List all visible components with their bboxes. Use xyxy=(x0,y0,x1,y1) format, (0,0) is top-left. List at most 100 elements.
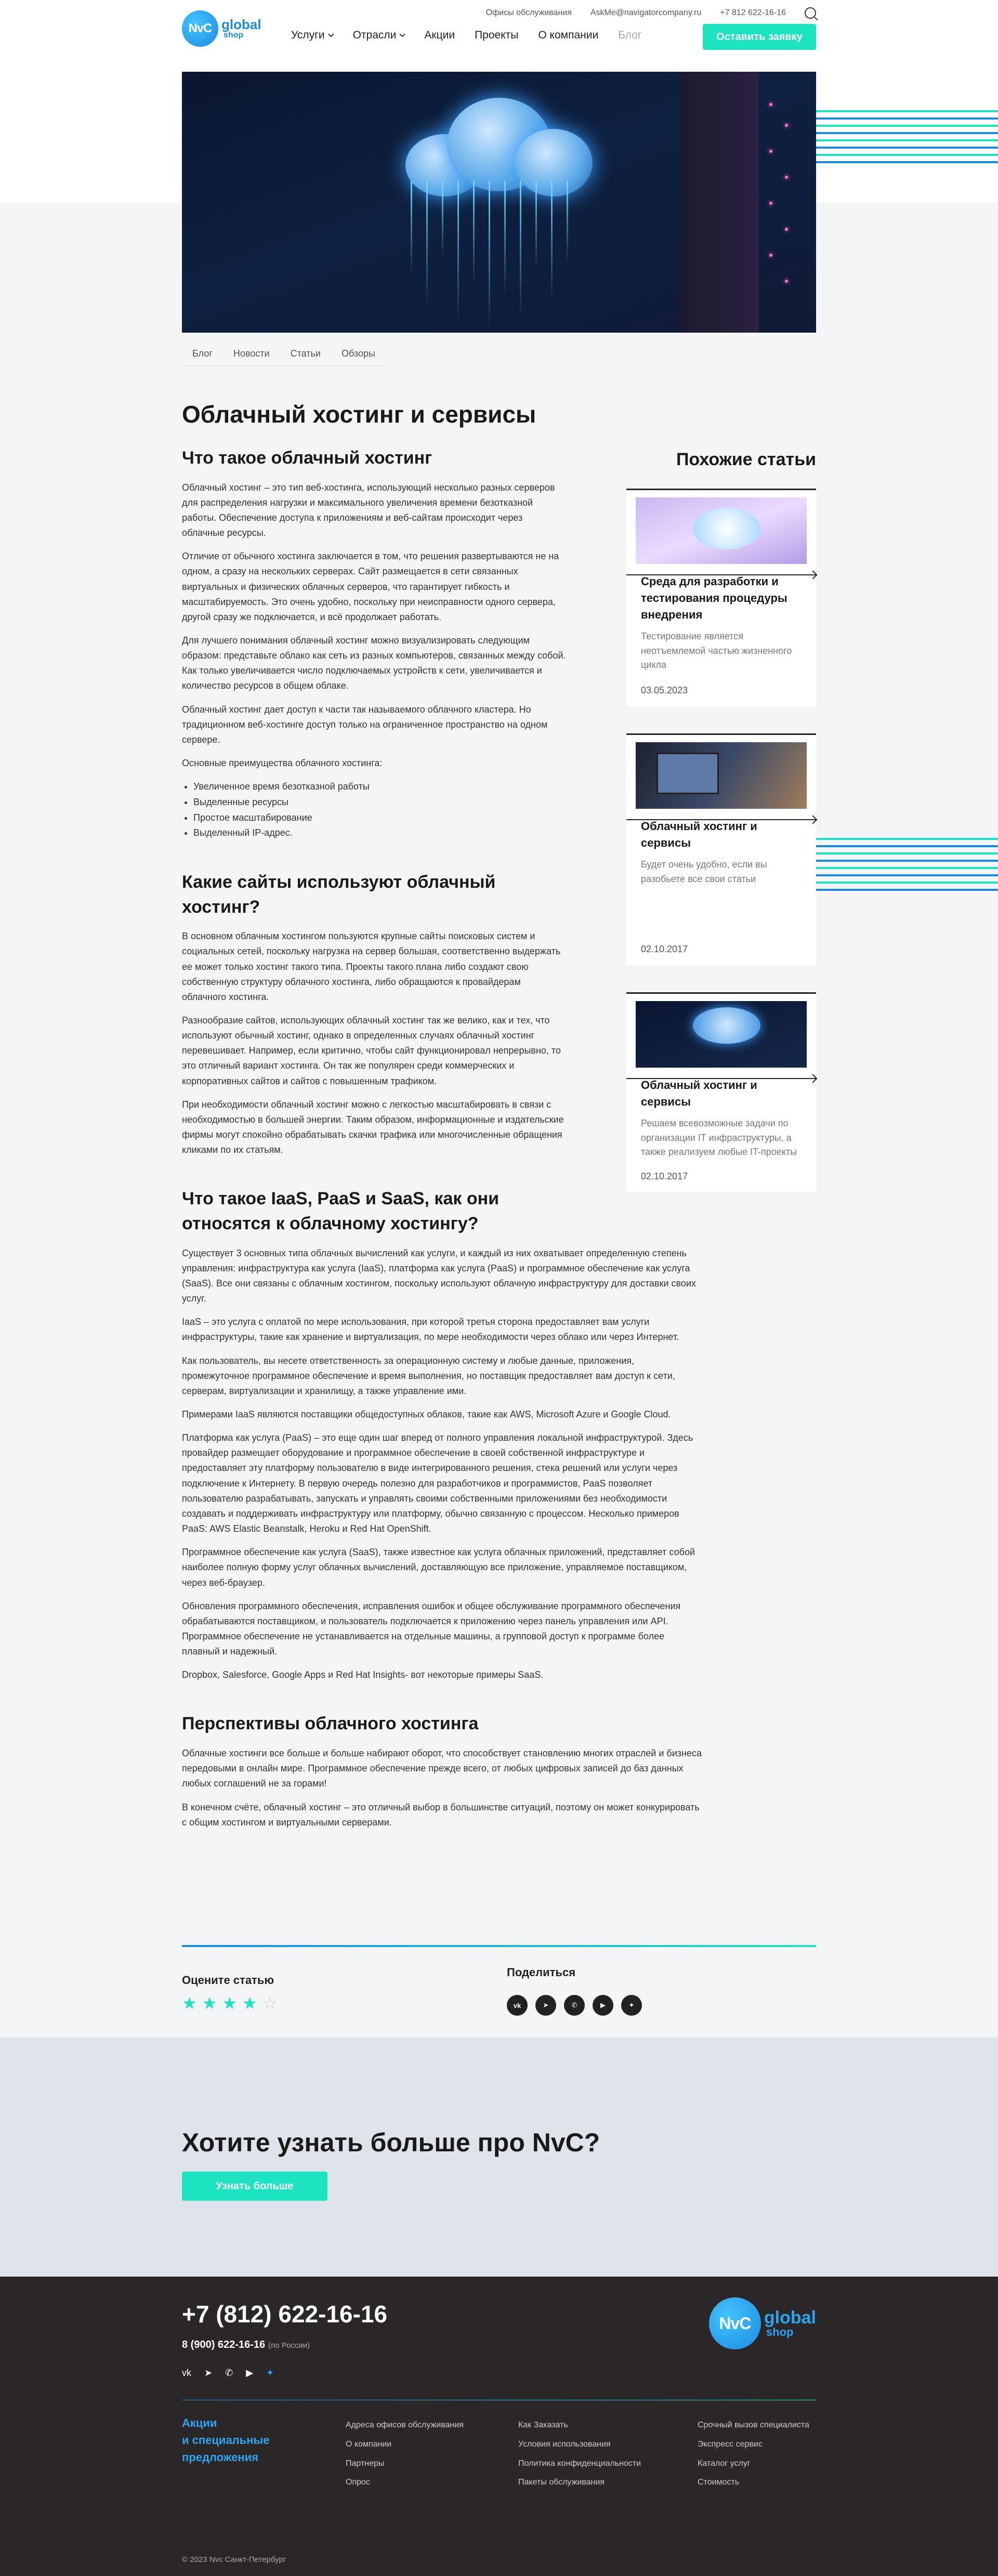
vk-icon[interactable]: vk xyxy=(182,2368,191,2378)
card-image xyxy=(636,497,807,564)
youtube-icon[interactable]: ▶ xyxy=(593,1995,613,2016)
card-text: Решаем всевозможные задачи по организаци… xyxy=(641,1118,797,1158)
share-buttons: vk ➤ ✆ ▶ ✦ xyxy=(507,1995,642,2016)
arrow-right-icon xyxy=(626,819,816,821)
star-icon[interactable]: ★ xyxy=(182,1993,197,2013)
article-card[interactable]: Облачный хостинг и сервисы Решаем всевоз… xyxy=(626,992,816,1193)
paragraph: В конечном счёте, облачный хостинг – это… xyxy=(182,1802,700,1828)
star-icon[interactable]: ★ xyxy=(222,1993,237,2013)
top-link-email[interactable]: AskMe@navigatorcompany.ru xyxy=(590,8,701,18)
footer-phone[interactable]: +7 (812) 622-16-16 xyxy=(182,2300,387,2328)
footer-link[interactable]: Стоимость xyxy=(698,2473,809,2492)
top-link-phone[interactable]: +7 812 622-16-16 xyxy=(720,8,786,18)
card-date: 02.10.2017 xyxy=(641,943,688,954)
tab-articles[interactable]: Статьи xyxy=(291,348,321,359)
article-card[interactable]: Среда для разработки и тестирования проц… xyxy=(626,489,816,707)
arrow-right-icon xyxy=(626,574,816,575)
page: NvC global shop Офисы обслуживания AskMe… xyxy=(0,0,998,2576)
card-title: Облачный хостинг и сервисы xyxy=(641,1078,757,1108)
twitter-icon[interactable]: ✦ xyxy=(621,1995,642,2016)
whatsapp-icon[interactable]: ✆ xyxy=(225,2368,233,2378)
twitter-icon[interactable]: ✦ xyxy=(266,2368,274,2378)
footer-promo-link[interactable]: Акции и специальные предложения xyxy=(182,2414,270,2466)
search-icon[interactable] xyxy=(805,7,816,19)
top-link-offices[interactable]: Офисы обслуживания xyxy=(486,8,572,18)
footer-link[interactable]: О компании xyxy=(346,2435,464,2454)
footer-link[interactable]: Как Заказать xyxy=(518,2416,641,2435)
paragraph: Облачные хостинги все больше и больше на… xyxy=(182,1748,702,1789)
nav-item-industries[interactable]: Отрасли xyxy=(353,29,406,42)
list-item: Выделенные ресурсы xyxy=(193,795,567,810)
tab-blog[interactable]: Блог xyxy=(192,348,213,359)
paragraph: IaaS – это услуга с оплатой по мере испо… xyxy=(182,1317,679,1343)
tab-news[interactable]: Новости xyxy=(233,348,270,359)
arrow-right-icon xyxy=(626,1077,816,1079)
footer-link[interactable]: Политика конфиденциальности xyxy=(518,2454,641,2474)
footer-link[interactable]: Пакеты обслуживания xyxy=(518,2473,641,2492)
logo-mark: NvC xyxy=(182,10,218,47)
footer-phone-russia[interactable]: 8 (900) 622-16-16 (по России) xyxy=(182,2339,310,2351)
article-card[interactable]: Облачный хостинг и сервисы Будет очень у… xyxy=(626,733,816,965)
logo-sub: shop xyxy=(224,31,244,40)
footer-link[interactable]: Адреса офисов обслуживания xyxy=(346,2416,464,2435)
star-icon[interactable]: ★ xyxy=(242,1993,257,2013)
section-title: Какие сайты используют облачный хостинг? xyxy=(182,872,496,917)
paragraph: Основные преимущества облачного хостинга… xyxy=(182,758,383,769)
star-empty-icon[interactable]: ☆ xyxy=(262,1993,278,2013)
tab-reviews[interactable]: Обзоры xyxy=(342,348,375,359)
chevron-down-icon xyxy=(327,31,334,37)
card-image xyxy=(636,742,807,809)
footer-logo[interactable]: NvC global shop xyxy=(708,2297,816,2349)
paragraph: Облачный хостинг – это тип веб-хостинга,… xyxy=(182,482,555,538)
footer-link[interactable]: Условия использования xyxy=(518,2435,641,2454)
rating-label: Оцените статью xyxy=(182,1974,274,1987)
footer-link[interactable]: Экспресс сервис xyxy=(698,2435,809,2454)
paragraph: Отличие от обычного хостинга заключается… xyxy=(182,551,559,622)
similar-articles: Похожие статьи Среда для разработки и те… xyxy=(626,450,816,1219)
leave-request-button[interactable]: Оставить заявку xyxy=(703,24,816,50)
paragraph: При необходимости облачный хостинг можно… xyxy=(182,1099,564,1155)
logo-word: global xyxy=(221,17,261,32)
logo-mark: NvC xyxy=(708,2297,761,2349)
card-date: 03.05.2023 xyxy=(641,685,688,696)
youtube-icon[interactable]: ▶ xyxy=(246,2368,253,2378)
footer-column-2: Как Заказать Условия использования Полит… xyxy=(518,2416,641,2492)
nav-item-about[interactable]: О компании xyxy=(538,29,598,42)
card-date: 02.10.2017 xyxy=(641,1171,688,1182)
paragraph: Платформа как услуга (PaaS) – это еще од… xyxy=(182,1432,693,1534)
footer-column-1: Адреса офисов обслуживания О компании Па… xyxy=(346,2416,464,2492)
footer-link[interactable]: Срочный вызов специалиста xyxy=(698,2416,809,2435)
section-title: Перспективы облачного хостинга xyxy=(182,1714,479,1734)
paragraph: Разнообразие сайтов, использующих облачн… xyxy=(182,1015,561,1086)
paragraph: Программное обеспечение как услуга (SaaS… xyxy=(182,1547,695,1588)
cta-title: Хотите узнать больше про NvC? xyxy=(182,2128,600,2157)
copyright: © 2023 Nvc Санкт-Петербург xyxy=(182,2555,286,2564)
star-icon[interactable]: ★ xyxy=(202,1993,217,2013)
logo[interactable]: NvC global shop xyxy=(182,10,261,47)
article: Облачный хостинг и сервисы Что такое обл… xyxy=(182,400,702,1838)
footer-link[interactable]: Каталог услуг xyxy=(698,2454,809,2474)
paragraph: Существует 3 основных типа облачных вычи… xyxy=(182,1247,696,1304)
nav-item-services[interactable]: Услуги xyxy=(291,29,334,42)
learn-more-button[interactable]: Узнать больше xyxy=(182,2172,327,2201)
whatsapp-icon[interactable]: ✆ xyxy=(564,1995,585,2016)
nav-item-projects[interactable]: Проекты xyxy=(475,29,518,42)
vk-icon[interactable]: vk xyxy=(507,1995,528,2016)
paragraph: Примерами IaaS являются поставщики общед… xyxy=(182,1409,671,1420)
stripes-decor-mid xyxy=(806,838,998,896)
hero-image xyxy=(182,72,816,333)
telegram-icon[interactable]: ➤ xyxy=(535,1995,556,2016)
section-title: Что такое IaaS, PaaS и SaaS, как они отн… xyxy=(182,1189,500,1233)
card-title: Облачный хостинг и сервисы xyxy=(641,820,757,850)
paragraph: Облачный хостинг дает доступ к части так… xyxy=(182,704,548,745)
telegram-icon[interactable]: ➤ xyxy=(204,2368,212,2378)
rating-stars: ★ ★ ★ ★ ☆ xyxy=(182,1993,277,2013)
list-item: Увеличенное время безотказной работы xyxy=(193,779,567,795)
nav-item-blog[interactable]: Блог xyxy=(618,29,641,42)
card-text: Будет очень удобно, если вы разобьете вс… xyxy=(641,859,767,885)
footer-link[interactable]: Опрос xyxy=(346,2473,464,2492)
nav-item-promotions[interactable]: Акции xyxy=(424,29,455,42)
footer-link[interactable]: Партнеры xyxy=(346,2454,464,2474)
similar-title: Похожие статьи xyxy=(676,450,816,469)
chevron-down-icon xyxy=(399,31,406,37)
